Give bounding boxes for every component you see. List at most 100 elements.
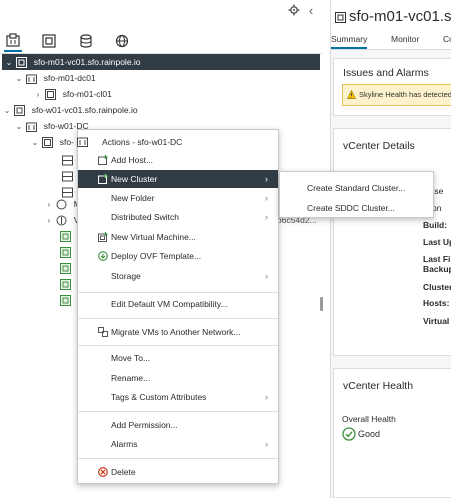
datacenter-icon (26, 74, 38, 85)
menu-item-tags-custom-attributes[interactable]: Tags & Custom Attributes › (78, 388, 278, 406)
inventory-toolbar: ‹ (0, 0, 322, 24)
tree-row-datacenter-m01[interactable]: ⌄ sfo-m01-dc01 (14, 70, 96, 86)
host-icon (62, 171, 73, 182)
tree-row-label: sfo-m01-vc01.sfo.rainpole.io (33, 57, 141, 67)
vcenter-icon (16, 57, 28, 69)
overall-health-value: Good (358, 429, 381, 439)
tree-row-cluster-w01[interactable]: ⌄ sfo- (30, 134, 74, 150)
menu-item-label: Add Permission... (111, 420, 178, 430)
cluster-icon (42, 137, 54, 149)
chevron-right-icon: › (265, 174, 268, 184)
detail-label-backup: Backup (423, 264, 451, 274)
networking-icon[interactable] (113, 32, 131, 50)
chevron-right-icon: › (265, 392, 268, 402)
detail-label-last-updated: Last Up (423, 237, 451, 247)
menu-item-label: Move To... (111, 353, 151, 363)
card-title: vCenter Details (343, 140, 415, 152)
menu-item-delete[interactable]: Delete (78, 463, 278, 481)
tree-row-label: sfo-w01-vc01.sfo.rainpole.io (31, 105, 138, 115)
hosts-clusters-icon[interactable] (4, 30, 22, 52)
vcenter-icon (14, 105, 26, 117)
menu-item-label: Rename... (111, 373, 151, 383)
pane-splitter-handle[interactable] (320, 297, 323, 311)
warning-icon (347, 90, 356, 99)
menu-item-alarms[interactable]: Alarms › (78, 435, 278, 453)
storage-icon[interactable] (77, 32, 95, 50)
menu-item-label: Delete (111, 467, 136, 477)
menu-divider (78, 345, 278, 346)
menu-item-new-cluster[interactable]: New Cluster › (78, 170, 278, 188)
tree-row-label: sfo-m01-cl01 (62, 89, 112, 99)
skyline-health-alert[interactable]: Skyline Health has detected (342, 84, 451, 106)
cluster-icon (45, 89, 57, 101)
vm-icon (60, 295, 71, 307)
chevron-down-icon[interactable]: ⌄ (2, 103, 12, 119)
menu-item-label: Tags & Custom Attributes (111, 392, 207, 402)
vm-icon (60, 263, 71, 275)
alert-text: Skyline Health has detected (359, 90, 451, 99)
menu-item-label: Add Host... (111, 155, 154, 165)
tree-row-label: sfo-m01-dc01 (43, 73, 96, 83)
menu-item-label: Alarms (111, 439, 138, 449)
vapp-icon (56, 215, 67, 226)
menu-item-create-standard-cluster[interactable]: Create Standard Cluster... (280, 179, 433, 197)
menu-item-add-host[interactable]: Add Host... (78, 151, 278, 169)
chevron-right-icon: › (265, 212, 268, 222)
menu-item-storage[interactable]: Storage › (78, 267, 278, 285)
tree-row-vcenter-w01[interactable]: ⌄ sfo-w01-vc01.sfo.rainpole.io (2, 102, 138, 118)
vcenter-icon (335, 12, 346, 23)
menu-item-label: Deploy OVF Template... (111, 251, 202, 261)
chevron-right-icon: › (265, 193, 268, 203)
delete-icon (98, 467, 108, 477)
menu-item-create-sddc-cluster[interactable]: Create SDDC Cluster... (280, 199, 433, 217)
chevron-left-icon[interactable]: ‹ (304, 4, 318, 18)
chevron-down-icon[interactable]: ⌄ (4, 55, 14, 71)
menu-divider (78, 411, 278, 412)
card-title: vCenter Health (343, 380, 414, 392)
menu-item-rename[interactable]: Rename... (78, 369, 278, 387)
gear-icon[interactable] (287, 4, 301, 18)
datacenter-icon (77, 137, 88, 147)
menu-item-add-permission[interactable]: Add Permission... (78, 416, 278, 434)
menu-item-label: New Cluster (111, 174, 158, 184)
object-header: sfo-m01-vc01.sfo Summary Monitor Co (331, 0, 451, 50)
menu-item-move-to[interactable]: Move To... (78, 349, 278, 367)
actions-context-menu: Actions - sfo-w01-DC Add Host... New Clu… (77, 129, 279, 484)
chevron-down-icon[interactable]: ⌄ (14, 119, 24, 135)
menu-item-edit-default-vm-compatibility[interactable]: Edit Default VM Compatibility... (78, 295, 278, 313)
context-menu-title: Actions - sfo-w01-DC (102, 137, 183, 147)
check-circle-icon (342, 427, 356, 441)
menu-item-deploy-ovf-template[interactable]: Deploy OVF Template... (78, 247, 278, 265)
new-vm-icon (98, 232, 108, 242)
tree-row-vcenter-m01[interactable]: ⌄ sfo-m01-vc01.sfo.rainpole.io (2, 54, 320, 70)
tree-row-vapp[interactable]: › V (44, 212, 79, 228)
chevron-right-icon[interactable]: › (44, 197, 54, 213)
new-cluster-icon (98, 174, 108, 184)
chevron-down-icon[interactable]: ⌄ (30, 135, 40, 151)
resource-pool-icon (56, 199, 67, 210)
chevron-down-icon[interactable]: ⌄ (14, 71, 24, 87)
tree-row-cluster-m01[interactable]: › sfo-m01-cl01 (33, 86, 112, 102)
menu-item-new-folder[interactable]: New Folder › (78, 189, 278, 207)
vms-templates-icon[interactable] (40, 32, 58, 50)
menu-item-label: Storage (111, 271, 141, 281)
detail-label-clusters: Cluster (423, 282, 451, 292)
menu-item-new-virtual-machine[interactable]: New Virtual Machine... (78, 228, 278, 246)
tab-configure[interactable]: Co (443, 34, 451, 44)
detail-label-build: Build: (423, 220, 448, 230)
menu-divider (78, 292, 278, 293)
tab-summary[interactable]: Summary (331, 34, 368, 49)
menu-item-distributed-switch[interactable]: Distributed Switch › (78, 208, 278, 226)
deploy-ovf-icon (98, 251, 108, 261)
menu-item-migrate-vms[interactable]: Migrate VMs to Another Network... (78, 323, 278, 341)
menu-item-label: Distributed Switch (111, 212, 180, 222)
detail-label-hosts: Hosts: (423, 298, 450, 308)
tab-monitor[interactable]: Monitor (391, 34, 419, 44)
vm-icon (60, 231, 71, 243)
datacenter-icon (26, 122, 38, 133)
overall-health-label: Overall Health (342, 414, 396, 424)
chevron-right-icon[interactable]: › (33, 87, 43, 103)
tree-row-resource-pool[interactable]: › M (44, 196, 81, 212)
chevron-right-icon[interactable]: › (44, 213, 54, 229)
tree-row-label: sfo- (59, 137, 74, 147)
